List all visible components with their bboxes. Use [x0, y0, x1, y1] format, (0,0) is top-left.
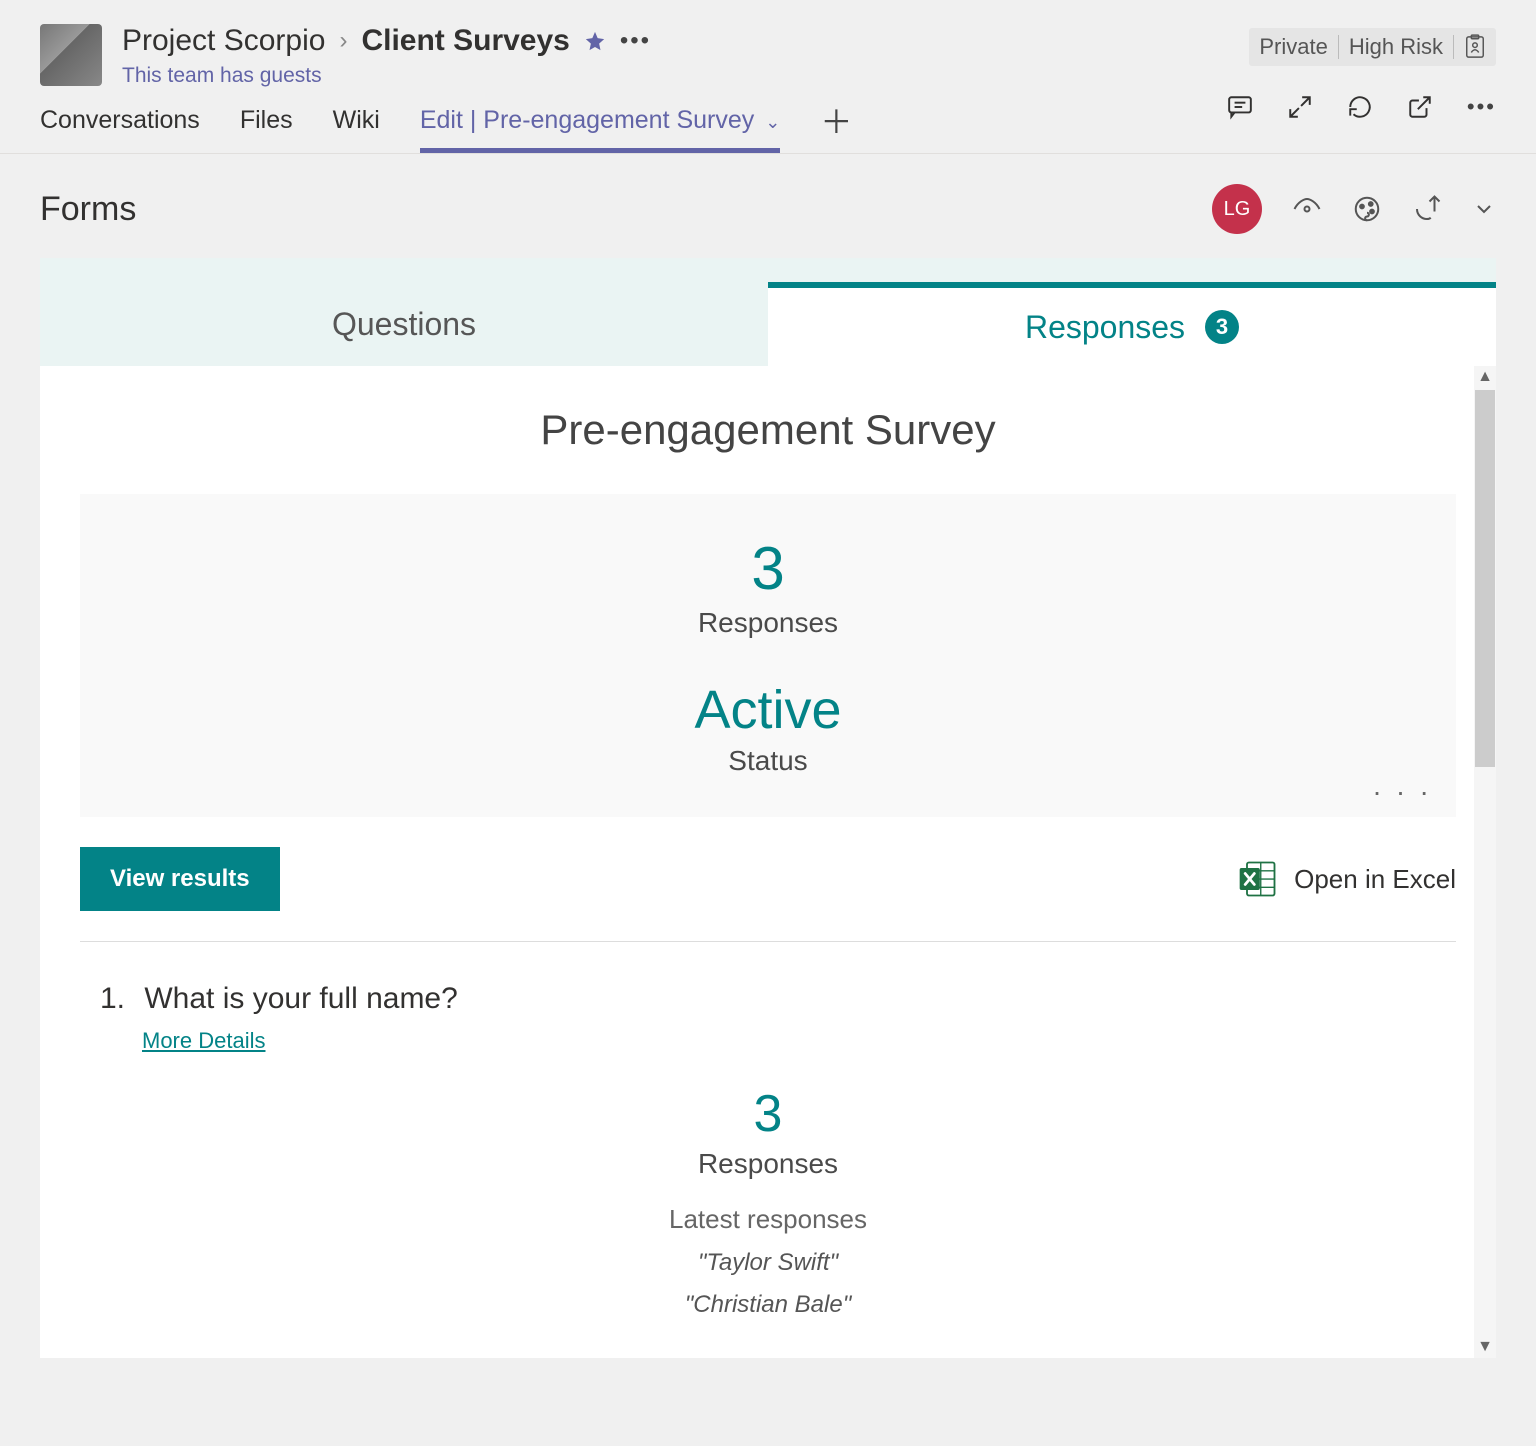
stat-response-label: Responses	[120, 607, 1416, 639]
tab-more-options-icon[interactable]: •••	[1467, 96, 1496, 118]
add-tab-button[interactable]: ＋	[820, 97, 852, 153]
form-tabs: Questions Responses 3	[40, 282, 1496, 366]
question-block: 1. What is your full name? More Details …	[80, 982, 1456, 1319]
star-icon[interactable]	[584, 30, 606, 52]
question-text: What is your full name?	[144, 982, 457, 1015]
chevron-down-icon[interactable]	[1472, 197, 1496, 221]
latest-responses-label: Latest responses	[100, 1204, 1436, 1235]
preview-icon[interactable]	[1292, 194, 1322, 224]
stat-status-value: Active	[120, 679, 1416, 741]
user-avatar[interactable]: LG	[1212, 184, 1262, 234]
guests-subtitle: This team has guests	[122, 64, 1496, 88]
card-accent	[40, 258, 1496, 282]
share-icon[interactable]	[1412, 194, 1442, 224]
refresh-icon[interactable]	[1347, 94, 1373, 120]
tag-divider	[1453, 35, 1454, 59]
chevron-right-icon: ›	[339, 27, 347, 55]
theme-icon[interactable]	[1352, 194, 1382, 224]
channel-header: Project Scorpio › Client Surveys ••• Thi…	[0, 0, 1536, 88]
tag-divider	[1338, 35, 1339, 59]
tab-toolbar: •••	[1227, 94, 1496, 120]
open-in-excel-label: Open in Excel	[1294, 864, 1456, 895]
scroll-down-icon[interactable]: ▼	[1477, 1336, 1493, 1358]
tab-files[interactable]: Files	[240, 96, 293, 153]
stat-status-label: Status	[120, 745, 1416, 777]
question-stats: 3 Responses Latest responses "Taylor Swi…	[100, 1084, 1436, 1319]
excel-icon	[1236, 857, 1280, 901]
tab-conversations[interactable]: Conversations	[40, 96, 200, 153]
tab-edit-survey-label: Edit | Pre-engagement Survey	[420, 106, 754, 134]
popout-icon[interactable]	[1407, 94, 1433, 120]
view-results-button[interactable]: View results	[80, 847, 280, 911]
scroll-thumb[interactable]	[1475, 390, 1495, 767]
stats-more-options-icon[interactable]: . . .	[1373, 779, 1432, 793]
chevron-down-icon[interactable]: ⌄	[761, 112, 780, 132]
content-area: Pre-engagement Survey 3 Responses Active…	[40, 366, 1496, 1358]
channel-tags: Private High Risk	[1249, 28, 1496, 66]
breadcrumb-current[interactable]: Client Surveys	[361, 24, 569, 58]
expand-icon[interactable]	[1287, 94, 1313, 120]
tab-responses-label: Responses	[1025, 309, 1185, 346]
channel-tabs: Conversations Files Wiki Edit | Pre-enga…	[0, 88, 1536, 154]
tag-highrisk: High Risk	[1349, 34, 1443, 60]
more-details-link[interactable]: More Details	[142, 1028, 265, 1054]
team-avatar[interactable]	[40, 24, 102, 86]
scroll-up-icon[interactable]: ▲	[1477, 366, 1493, 388]
tab-questions[interactable]: Questions	[40, 282, 768, 366]
stats-box: 3 Responses Active Status . . .	[80, 494, 1456, 817]
open-in-excel-link[interactable]: Open in Excel	[1236, 857, 1456, 901]
question-response-label: Responses	[100, 1148, 1436, 1180]
tab-wiki[interactable]: Wiki	[333, 96, 380, 153]
tab-edit-survey[interactable]: Edit | Pre-engagement Survey ⌄	[420, 96, 781, 153]
app-title: Forms	[40, 190, 136, 229]
more-options-icon[interactable]: •••	[620, 29, 651, 53]
clipboard-icon[interactable]	[1464, 34, 1486, 60]
tab-responses[interactable]: Responses 3	[768, 282, 1496, 366]
chat-icon[interactable]	[1227, 94, 1253, 120]
response-item: "Christian Bale"	[100, 1291, 1436, 1319]
responses-badge: 3	[1205, 310, 1239, 344]
survey-title: Pre-engagement Survey	[80, 406, 1456, 454]
app-actions: LG	[1212, 184, 1496, 234]
scrollbar[interactable]: ▲ ▼	[1474, 366, 1496, 1358]
question-title: 1. What is your full name?	[100, 982, 1436, 1016]
actions-row: View results Open in Excel	[80, 847, 1456, 942]
question-number: 1.	[100, 982, 136, 1016]
response-item: "Taylor Swift"	[100, 1249, 1436, 1277]
tag-private: Private	[1259, 34, 1327, 60]
app-bar: Forms LG	[0, 154, 1536, 258]
survey-card: Questions Responses 3 Pre-engagement Sur…	[40, 258, 1496, 1358]
breadcrumb-parent[interactable]: Project Scorpio	[122, 24, 325, 58]
stat-response-count: 3	[120, 534, 1416, 603]
question-response-count: 3	[100, 1084, 1436, 1144]
